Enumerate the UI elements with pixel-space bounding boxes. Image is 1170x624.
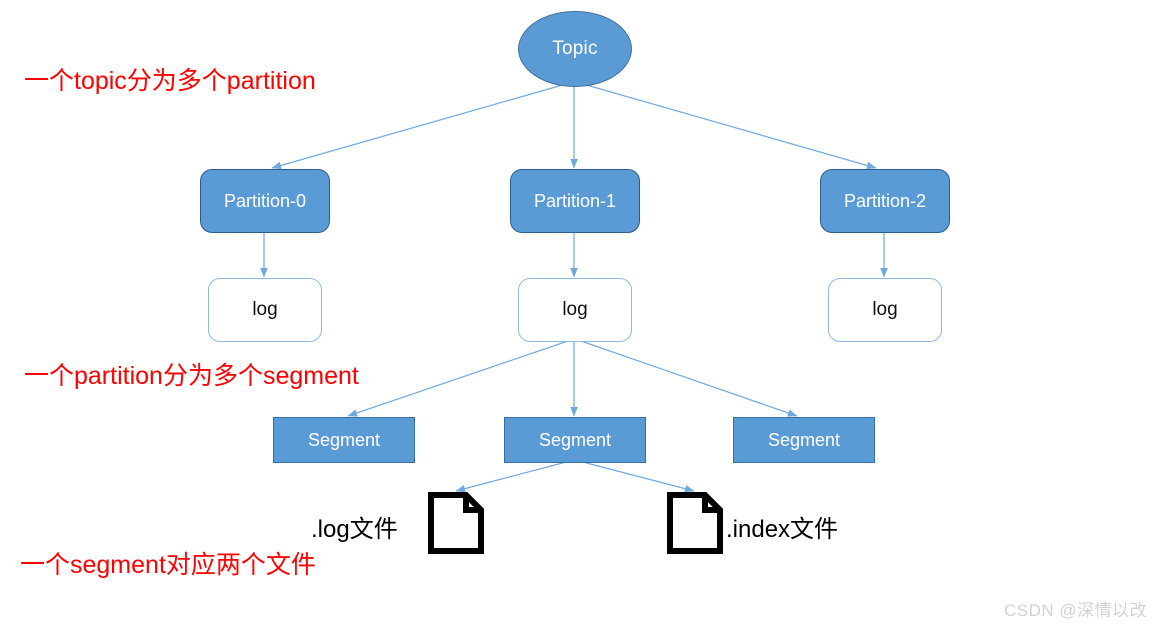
diagram-canvas: Topic Partition-0 Partition-1 Partition-… [0, 0, 1170, 624]
file-label-log: .log文件 [311, 516, 398, 543]
node-topic[interactable]: Topic [518, 11, 632, 87]
node-log-2-label: log [872, 299, 898, 320]
node-segment-2-label: Segment [767, 429, 841, 450]
document-icon-log [428, 492, 484, 554]
node-segment-1-label: Segment [538, 429, 612, 450]
edges-log-to-segments [347, 340, 798, 417]
node-log-1[interactable]: log [518, 278, 632, 342]
node-partition-2[interactable]: Partition-2 [820, 169, 950, 233]
csdn-watermark: CSDN @深情以改 [1004, 601, 1148, 620]
annotation-segment-files: 一个segment对应两个文件 [20, 551, 316, 579]
node-log-0[interactable]: log [208, 278, 322, 342]
node-segment-1[interactable]: Segment [504, 417, 646, 463]
file-label-index: .index文件 [726, 516, 839, 543]
node-partition-2-label: Partition-2 [843, 190, 927, 211]
node-segment-2[interactable]: Segment [733, 417, 875, 463]
node-log-1-label: log [562, 299, 588, 320]
edges-topic-to-partitions [271, 83, 877, 170]
node-partition-1-label: Partition-1 [533, 190, 617, 211]
annotation-partition-segment: 一个partition分为多个segment [24, 362, 359, 390]
edges-segment-to-files [455, 460, 695, 493]
node-log-2[interactable]: log [828, 278, 942, 342]
document-icon-index [667, 492, 723, 554]
annotation-topic-partition: 一个topic分为多个partition [24, 67, 316, 95]
node-partition-0[interactable]: Partition-0 [200, 169, 330, 233]
node-partition-0-label: Partition-0 [223, 190, 307, 211]
node-partition-1[interactable]: Partition-1 [510, 169, 640, 233]
node-segment-0-label: Segment [307, 429, 381, 450]
node-segment-0[interactable]: Segment [273, 417, 415, 463]
edges-partitions-to-logs [260, 232, 888, 278]
node-log-0-label: log [252, 299, 278, 320]
node-topic-label: Topic [552, 38, 598, 59]
